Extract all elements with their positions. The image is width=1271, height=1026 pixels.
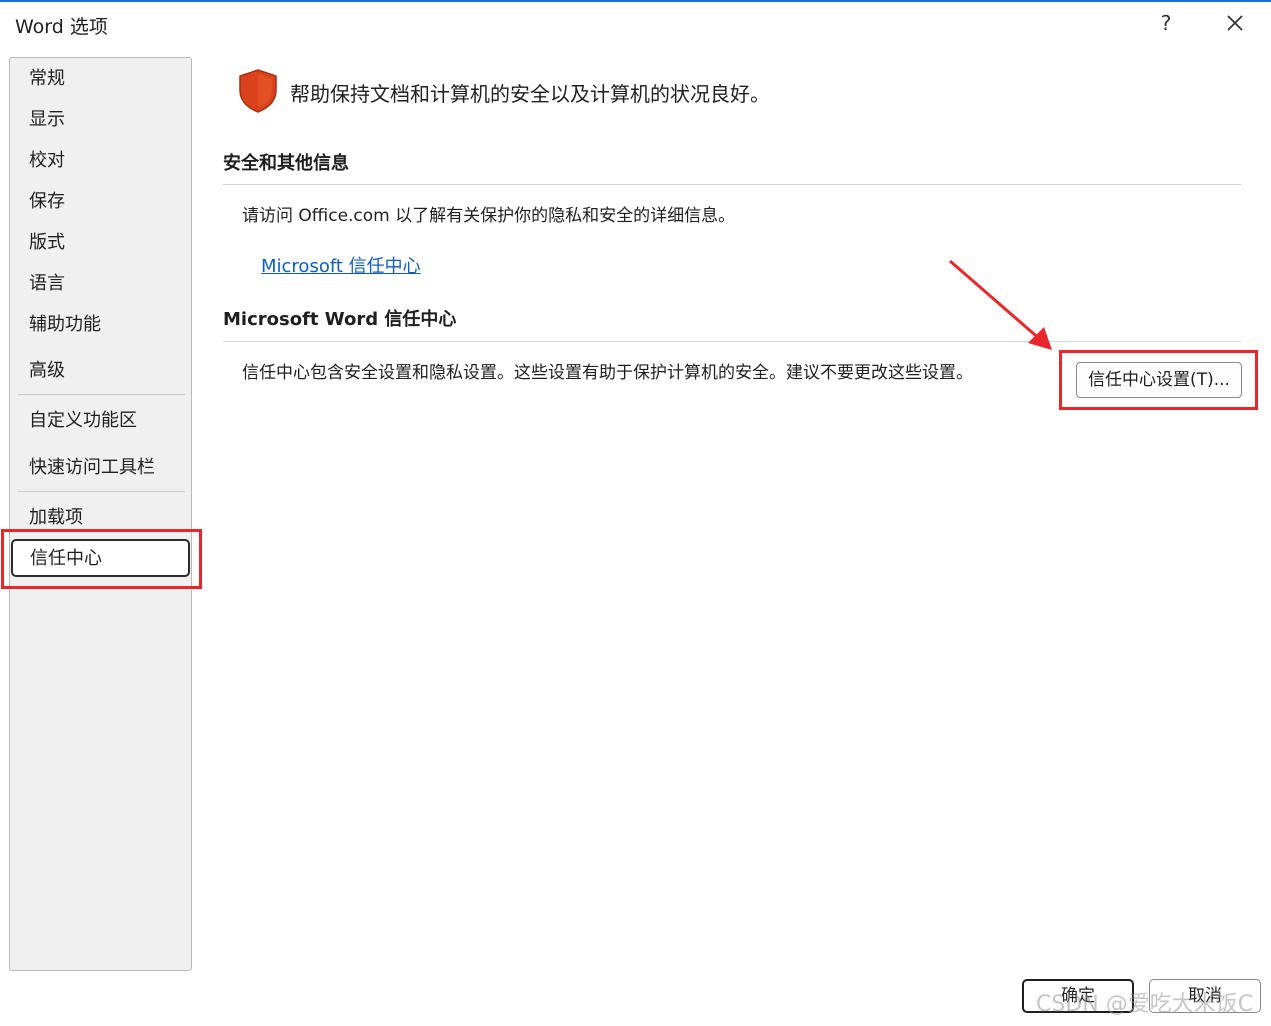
sidebar-item-quick-access-toolbar[interactable]: 快速访问工具栏 <box>29 455 155 481</box>
options-sidebar: 常规 显示 校对 保存 版式 语言 辅助功能 高级 自定义功能区 快速访问工具栏… <box>9 57 192 971</box>
sidebar-item-advanced[interactable]: 高级 <box>29 358 65 384</box>
sidebar-item-addins[interactable]: 加载项 <box>29 505 83 531</box>
sidebar-item-language[interactable]: 语言 <box>29 271 65 297</box>
window-title: Word 选项 <box>15 16 108 38</box>
shield-icon <box>239 69 277 113</box>
sidebar-item-layout[interactable]: 版式 <box>29 230 65 256</box>
highlight-box-sidebar <box>1 529 202 589</box>
close-icon <box>1227 15 1243 31</box>
window-top-accent <box>0 0 1271 2</box>
watermark-text: CSDN @爱吃大米饭C <box>1036 992 1254 1017</box>
section-divider <box>223 341 1241 342</box>
trust-center-description: 信任中心包含安全设置和隐私设置。这些设置有助于保护计算机的安全。建议不要更改这些… <box>242 363 973 383</box>
red-arrow-annotation <box>949 259 1052 350</box>
section-title-trust-center: Microsoft Word 信任中心 <box>223 309 457 330</box>
sidebar-divider <box>18 394 185 395</box>
sidebar-item-display[interactable]: 显示 <box>29 107 65 133</box>
security-info-text: 请访问 Office.com 以了解有关保护你的隐私和安全的详细信息。 <box>242 206 736 226</box>
sidebar-item-save[interactable]: 保存 <box>29 189 65 215</box>
trust-center-link[interactable]: Microsoft 信任中心 <box>261 252 421 278</box>
close-button[interactable] <box>1220 8 1250 38</box>
highlight-box-button <box>1059 350 1258 410</box>
section-divider <box>223 184 1241 185</box>
sidebar-item-general[interactable]: 常规 <box>29 66 65 92</box>
intro-text: 帮助保持文档和计算机的安全以及计算机的状况良好。 <box>290 82 770 106</box>
sidebar-item-customize-ribbon[interactable]: 自定义功能区 <box>29 408 137 434</box>
sidebar-item-proofing[interactable]: 校对 <box>29 148 65 174</box>
sidebar-item-accessibility[interactable]: 辅助功能 <box>29 312 101 338</box>
help-button[interactable]: ? <box>1152 8 1180 38</box>
section-title-security: 安全和其他信息 <box>223 153 349 174</box>
sidebar-divider <box>18 491 185 492</box>
